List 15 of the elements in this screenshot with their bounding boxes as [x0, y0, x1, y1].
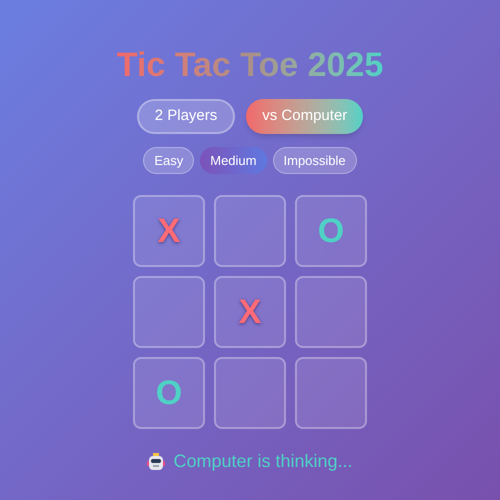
board-cell[interactable]: O	[295, 195, 367, 267]
mode-button[interactable]: 2 Players	[136, 99, 236, 134]
mode-button[interactable]: vs Computer	[246, 99, 364, 134]
robot-icon	[147, 452, 166, 470]
board-cell[interactable]	[214, 357, 286, 429]
difficulty-button[interactable]: Medium	[200, 147, 266, 174]
difficulty-button[interactable]: Impossible	[272, 147, 357, 174]
status-message: Computer is thinking...	[173, 450, 353, 473]
board-cell[interactable]	[133, 276, 205, 348]
board-cell[interactable]: X	[214, 276, 286, 348]
board-cell[interactable]: O	[133, 357, 205, 429]
board-cell[interactable]	[295, 357, 367, 429]
board-cell[interactable]	[295, 276, 367, 348]
difficulty-button[interactable]: Easy	[143, 147, 194, 174]
board-cell[interactable]	[214, 195, 286, 267]
